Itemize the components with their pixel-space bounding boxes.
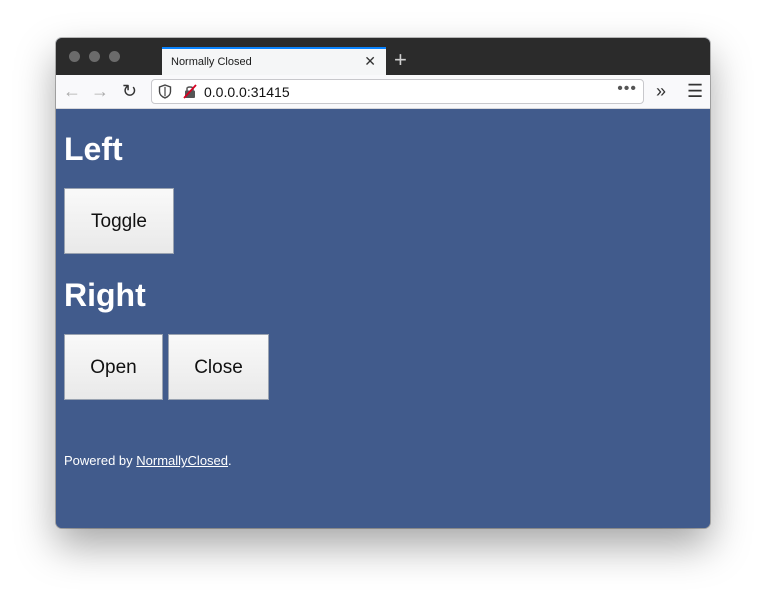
tab-title: Normally Closed — [171, 56, 252, 68]
open-button[interactable]: Open — [64, 334, 163, 400]
footer: Powered by NormallyClosed. — [64, 453, 232, 468]
page-actions-icon[interactable]: ••• — [617, 80, 637, 98]
window-minimize-control[interactable] — [89, 51, 100, 62]
toggle-button[interactable]: Toggle — [64, 188, 174, 254]
close-button[interactable]: Close — [168, 334, 269, 400]
insecure-lock-icon[interactable] — [183, 84, 197, 99]
footer-prefix: Powered by — [64, 453, 137, 468]
back-icon[interactable]: ← — [63, 80, 81, 102]
address-bar[interactable]: 0.0.0.0:31415 ••• — [151, 79, 644, 104]
shield-icon[interactable] — [158, 84, 172, 99]
reload-icon[interactable]: ↻ — [122, 80, 137, 102]
normallyclosed-link[interactable]: NormallyClosed — [136, 453, 228, 468]
left-heading: Left — [64, 131, 123, 167]
new-tab-icon[interactable]: + — [394, 47, 407, 73]
window-close-control[interactable] — [69, 51, 80, 62]
tab-normally-closed[interactable]: Normally Closed ✕ — [162, 47, 386, 75]
hamburger-menu-icon[interactable]: ☰ — [687, 80, 703, 102]
close-tab-icon[interactable]: ✕ — [364, 53, 376, 70]
url-text: 0.0.0.0:31415 — [204, 84, 290, 100]
navigation-toolbar: ← → ↻ 0.0.0.0:31415 ••• » ☰ — [56, 75, 710, 109]
forward-icon[interactable]: → — [91, 80, 109, 102]
window-zoom-control[interactable] — [109, 51, 120, 62]
page-content: Left Toggle Right Open Close Powered by … — [56, 109, 710, 528]
browser-window: Normally Closed ✕ + ← → ↻ 0.0.0.0:31415 … — [56, 38, 710, 528]
title-bar: Normally Closed ✕ + — [56, 38, 710, 75]
right-heading: Right — [64, 277, 146, 313]
overflow-menu-icon[interactable]: » — [656, 80, 666, 102]
footer-suffix: . — [228, 453, 232, 468]
